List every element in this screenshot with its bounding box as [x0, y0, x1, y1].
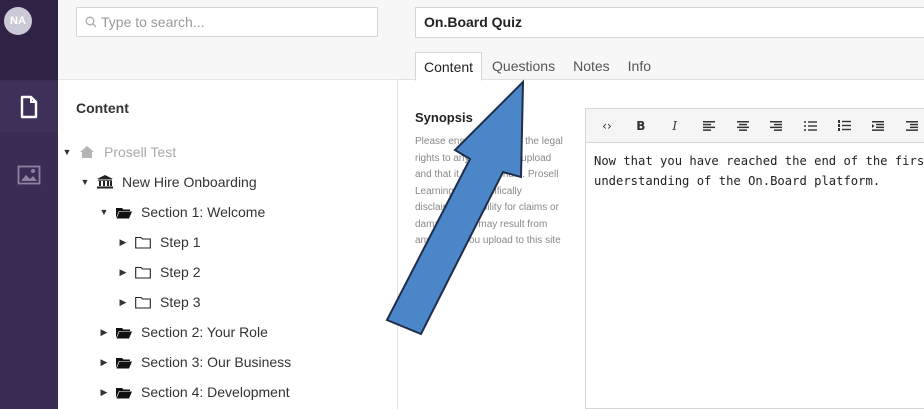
tab-content[interactable]: Content	[415, 52, 483, 81]
institution-icon	[96, 174, 114, 190]
tab-info[interactable]: Info	[620, 52, 659, 81]
tree-node-label: Step 1	[160, 234, 201, 250]
caret-right-icon[interactable]: ▶	[118, 267, 128, 278]
tree-course[interactable]: ▼ New Hire Onboarding	[80, 172, 257, 192]
outdent-button[interactable]	[861, 110, 895, 142]
home-icon	[78, 144, 96, 160]
editor-header: On.Board Quiz Content Questions Notes In…	[398, 0, 924, 81]
caret-right-icon[interactable]: ▶	[118, 297, 128, 308]
numbered-list-button[interactable]	[827, 110, 861, 142]
italic-button[interactable]: I	[658, 110, 692, 142]
folder-open-icon	[115, 204, 133, 220]
content-tree-panel: Content ▼ Prosell Test ▼ New Hire Onboar…	[58, 0, 398, 409]
tree-node[interactable]: ▶ Section 3: Our Business	[99, 352, 292, 372]
folder-icon	[134, 264, 152, 280]
tree-node[interactable]: ▼ Section 1: Welcome	[99, 202, 266, 222]
align-left-icon	[702, 120, 715, 131]
tree-node[interactable]: ▶ Step 3	[118, 292, 201, 312]
rte-body[interactable]: Now that you have reached the end of the…	[586, 143, 924, 199]
folder-open-icon	[115, 354, 133, 370]
folder-icon	[134, 234, 152, 250]
caret-down-icon[interactable]: ▼	[62, 147, 72, 157]
rail-header: NA	[0, 0, 58, 80]
numbered-list-icon	[837, 120, 851, 131]
bullet-list-button[interactable]	[793, 110, 827, 142]
tree-node[interactable]: ▶ Step 1	[118, 232, 201, 252]
tree-course-label: New Hire Onboarding	[122, 174, 257, 190]
caret-down-icon[interactable]: ▼	[99, 207, 109, 217]
caret-right-icon[interactable]: ▶	[99, 387, 109, 398]
tree-node[interactable]: ▶ Step 2	[118, 262, 201, 282]
caret-right-icon[interactable]: ▶	[118, 237, 128, 248]
bullet-list-icon	[803, 120, 817, 131]
align-center-icon	[736, 120, 749, 131]
avatar[interactable]: NA	[4, 7, 32, 35]
tree-root-label: Prosell Test	[104, 144, 177, 160]
app-rail: NA	[0, 0, 58, 409]
document-icon	[20, 95, 38, 119]
tree-node-label: Section 4: Development	[141, 384, 290, 400]
rail-item-media[interactable]	[0, 150, 58, 200]
tab-notes[interactable]: Notes	[565, 52, 618, 81]
tree-node-label: Section 1: Welcome	[141, 204, 266, 220]
node-title-input[interactable]: On.Board Quiz	[415, 7, 924, 38]
caret-right-icon[interactable]: ▶	[99, 357, 109, 368]
rte-text-line: Now that you have reached the end of the…	[594, 154, 924, 168]
tree-heading: Content	[76, 100, 129, 116]
tree-root[interactable]: ▼ Prosell Test	[62, 142, 177, 162]
bold-button[interactable]: B	[624, 110, 658, 142]
outdent-icon	[872, 120, 885, 131]
align-center-button[interactable]	[726, 110, 760, 142]
tree-node-label: Step 2	[160, 264, 201, 280]
synopsis-text: Please ensure you have the legal rights …	[415, 136, 563, 246]
align-left-button[interactable]	[692, 110, 726, 142]
code-view-button[interactable]: ‹›	[590, 110, 624, 142]
align-right-icon	[770, 120, 783, 131]
rail-item-content[interactable]	[0, 82, 58, 132]
tree-node[interactable]: ▶ Section 2: Your Role	[99, 322, 268, 342]
rte-text-line: understanding of the On.Board platform.	[594, 174, 881, 188]
tree-node-label: Section 2: Your Role	[141, 324, 268, 340]
synopsis-heading: Synopsis	[415, 110, 473, 125]
editor-tabs: Content Questions Notes Info	[415, 52, 661, 81]
search-box[interactable]	[76, 7, 378, 37]
caret-down-icon[interactable]: ▼	[80, 177, 90, 187]
tree-node-label: Step 3	[160, 294, 201, 310]
tab-questions[interactable]: Questions	[484, 52, 563, 81]
folder-icon	[134, 294, 152, 310]
search-icon	[85, 16, 97, 28]
caret-right-icon[interactable]: ▶	[99, 327, 109, 338]
indent-icon	[906, 120, 919, 131]
folder-open-icon	[115, 324, 133, 340]
rich-text-editor: ‹› B I Now that you have reached the end…	[585, 108, 924, 409]
search-input[interactable]	[101, 14, 361, 30]
folder-open-icon	[115, 384, 133, 400]
indent-button[interactable]	[895, 110, 924, 142]
tree-header	[58, 0, 398, 80]
rte-toolbar: ‹› B I	[586, 109, 924, 143]
tree-node[interactable]: ▶ Section 4: Development	[99, 382, 290, 402]
tree-node-label: Section 3: Our Business	[141, 354, 292, 370]
image-icon	[17, 165, 41, 185]
align-right-button[interactable]	[760, 110, 794, 142]
